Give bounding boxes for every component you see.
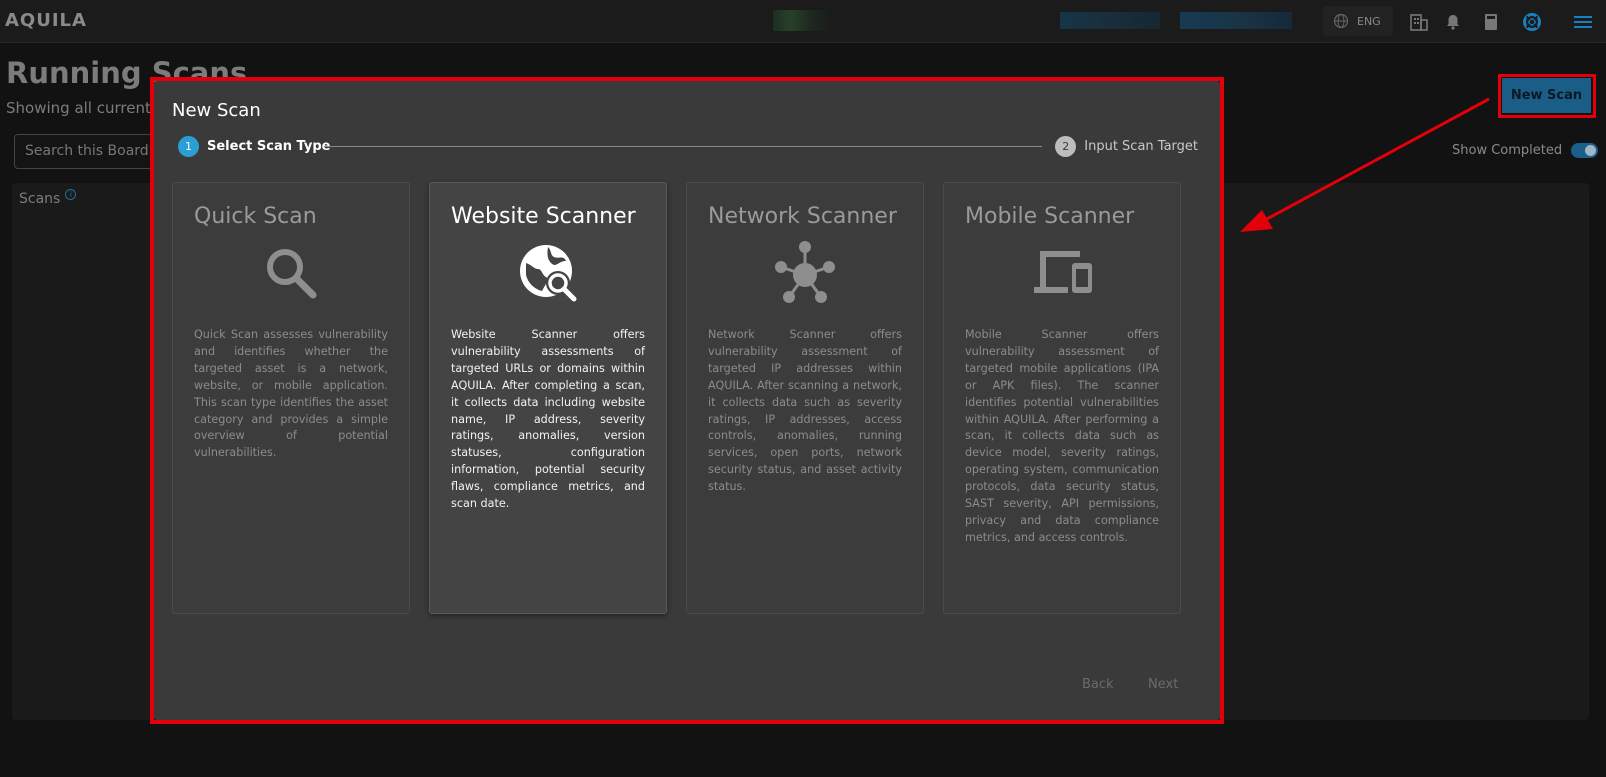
step-connector bbox=[324, 146, 1042, 147]
network-scanner-card[interactable]: Network Scanner Network Scanner offers v… bbox=[686, 182, 924, 614]
back-button[interactable]: Back bbox=[1082, 677, 1114, 692]
scan-type-cards: Quick Scan Quick Scan assesses vulnerabi… bbox=[172, 182, 1202, 614]
step-number: 2 bbox=[1055, 136, 1077, 157]
card-description: Mobile Scanner offers vulnerability asse… bbox=[965, 328, 1159, 544]
next-button[interactable]: Next bbox=[1148, 677, 1178, 692]
card-title: Quick Scan bbox=[194, 204, 317, 229]
globe-search-icon bbox=[520, 245, 577, 302]
step-number: 1 bbox=[178, 136, 199, 157]
dialog-title: New Scan bbox=[172, 100, 261, 121]
step-select-scan-type: 1 Select Scan Type bbox=[178, 136, 330, 157]
quick-scan-card[interactable]: Quick Scan Quick Scan assesses vulnerabi… bbox=[172, 182, 410, 614]
card-title: Mobile Scanner bbox=[965, 204, 1135, 229]
mobile-scanner-card[interactable]: Mobile Scanner Mobile Scanner offers vul… bbox=[943, 182, 1181, 614]
card-description: Quick Scan assesses vulnerability and id… bbox=[194, 328, 388, 460]
new-scan-dialog: New Scan 1 Select Scan Type 2 Input Scan… bbox=[154, 81, 1220, 720]
card-title: Network Scanner bbox=[708, 204, 897, 229]
network-hub-icon bbox=[775, 241, 835, 303]
step-label: Select Scan Type bbox=[207, 139, 331, 154]
step-input-scan-target: 2 Input Scan Target bbox=[1055, 136, 1198, 157]
magnifier-icon bbox=[267, 249, 317, 299]
step-label: Input Scan Target bbox=[1084, 139, 1198, 154]
card-description: Network Scanner offers vulnerability ass… bbox=[708, 328, 902, 494]
devices-icon bbox=[1034, 251, 1092, 293]
card-description: Website Scanner offers vulnerability ass… bbox=[451, 328, 645, 511]
website-scanner-card[interactable]: Website Scanner Website Scanner offers v… bbox=[429, 182, 667, 614]
card-title: Website Scanner bbox=[451, 204, 636, 229]
stepper: 1 Select Scan Type 2 Input Scan Target bbox=[178, 136, 1198, 158]
